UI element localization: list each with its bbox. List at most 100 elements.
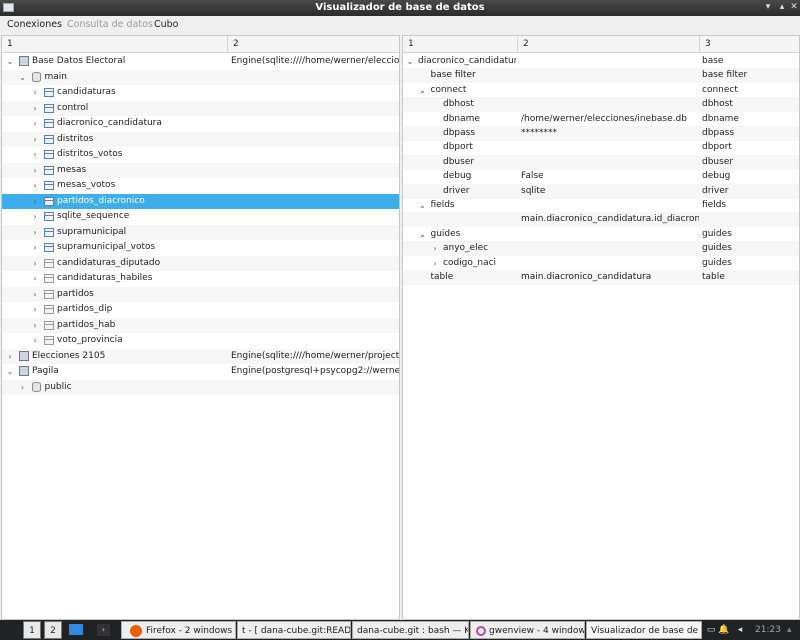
detail-row-guides[interactable]: ⌄ guides guides <box>403 227 799 242</box>
tree-row-base-datos-electoral[interactable]: ⌄ Base Datos Electoral Engine(sqlite:////h… <box>2 54 399 69</box>
tree-row-candidaturas-diputado[interactable]: › candidaturas_diputado <box>2 255 399 271</box>
minimize-button[interactable]: ▾ <box>763 2 773 13</box>
view-icon <box>44 320 54 330</box>
tree-row-voto-provincia[interactable]: › voto_provincia <box>2 333 399 348</box>
detail-row-base-filter[interactable]: base filter base filter <box>403 68 799 84</box>
expand-arrow-icon[interactable]: › <box>431 241 439 256</box>
tree-row-partidos-hab[interactable]: › partidos_hab <box>2 317 399 333</box>
expand-arrow-icon[interactable]: › <box>31 194 39 209</box>
column-header-2[interactable]: 2 <box>518 36 700 53</box>
menu-cubo[interactable]: Cubo <box>154 19 179 30</box>
tree-row-control[interactable]: › control <box>2 100 399 116</box>
expand-arrow-icon[interactable]: › <box>431 256 439 271</box>
tree-row-elecciones-2105[interactable]: › Elecciones 2105 Engine(sqlite:////home/w… <box>2 348 399 364</box>
tree-row-candidaturas-habiles[interactable]: › candidaturas_habiles <box>2 271 399 286</box>
task-gwenview[interactable]: gwenview - 4 windows <box>470 621 585 639</box>
expand-arrow-icon[interactable]: › <box>31 209 39 224</box>
expand-arrow-icon[interactable]: › <box>31 302 39 317</box>
detail-row-anyo-elec[interactable]: › anyo_elec guides <box>403 241 799 257</box>
tree-row-supramunicipal-votos[interactable]: › supramunicipal_votos <box>2 240 399 255</box>
collapse-arrow-icon[interactable]: ⌄ <box>19 70 27 85</box>
tree-row-candidaturas[interactable]: › candidaturas <box>2 85 399 100</box>
detail-row-dbname[interactable]: dbname/home/werner/elecciones/inebase.db… <box>403 112 799 127</box>
expand-arrow-icon[interactable]: › <box>31 147 39 162</box>
expand-arrow-icon[interactable]: › <box>31 318 39 333</box>
detail-row-debug[interactable]: debug False debug <box>403 169 799 184</box>
tree-row-partidos[interactable]: › partidos <box>2 286 399 302</box>
detail-row-dbpass[interactable]: dbpass ******** dbpass <box>403 126 799 141</box>
column-header-2[interactable]: 2 <box>228 36 399 53</box>
terminal-icon[interactable]: › <box>95 621 115 639</box>
tree-row-distritos[interactable]: › distritos <box>2 131 399 147</box>
clipboard-icon[interactable]: ▭ <box>705 621 717 639</box>
collapse-arrow-icon[interactable]: ⌄ <box>406 54 414 69</box>
tree-row-mesas[interactable]: › mesas <box>2 162 399 178</box>
collapse-arrow-icon[interactable]: ⌄ <box>6 54 14 69</box>
task-konsole[interactable]: dana-cube.git : bash — Kon <box>352 621 469 639</box>
detail-key: dbhost <box>443 99 474 110</box>
maximize-button[interactable]: ▴ <box>777 2 787 13</box>
collapse-arrow-icon[interactable]: ⌄ <box>419 83 427 98</box>
expand-arrow-icon[interactable]: › <box>31 333 39 348</box>
column-header-1[interactable]: 1 <box>2 36 228 53</box>
detail-key: fields <box>430 200 455 210</box>
detail-kind: guides <box>702 257 732 268</box>
expand-arrow-icon[interactable]: › <box>31 101 39 116</box>
detail-row-diacronico-candidatura[interactable]: ⌄ diacronico_candidatura base <box>403 54 799 69</box>
expand-arrow-icon[interactable]: › <box>31 132 39 147</box>
clock[interactable]: 21:23 <box>755 621 785 639</box>
expand-arrow-icon[interactable]: › <box>31 163 39 178</box>
tree-row-partidos-diacronico[interactable]: › partidos_diacronico <box>2 193 399 209</box>
detail-row-codigo-naci[interactable]: › codigo_naci guides <box>403 256 799 271</box>
expand-arrow-icon[interactable]: › <box>31 256 39 271</box>
desktop-2-button[interactable]: 2 <box>44 621 62 639</box>
detail-tree[interactable]: 1 2 3 ⌄ diacronico_candidatura base base fi… <box>402 35 800 620</box>
task-firefox[interactable]: Firefox - 2 windows <box>121 621 236 639</box>
detail-key: dbpass <box>443 128 476 138</box>
expand-arrow-icon[interactable]: › <box>31 116 39 131</box>
volume-icon[interactable]: ◂ <box>734 621 746 639</box>
task-visualizador[interactable]: Visualizador de base de da <box>586 621 702 639</box>
tree-row-pagila[interactable]: ⌄ Pagila Engine(postgresql+psycopg2://wern… <box>2 364 399 379</box>
detail-row-dbport[interactable]: dbport dbport <box>403 140 799 155</box>
connection-tree[interactable]: 1 2 ⌄ Base Datos Electoral Engine(sqlite:/… <box>1 35 400 620</box>
task-editor[interactable]: t - [ dana-cube.git:README. <box>237 621 351 639</box>
detail-row-connect[interactable]: ⌄ connect connect <box>403 83 799 98</box>
panel-menu-icon[interactable]: ▴ <box>787 621 799 639</box>
detail-value <box>521 54 699 69</box>
tree-row-main[interactable]: ⌄ main <box>2 69 399 85</box>
tree-item-label: candidaturas <box>57 87 116 97</box>
tree-row-distritos-votos[interactable]: › distritos_votos <box>2 147 399 162</box>
expand-arrow-icon[interactable]: › <box>31 271 39 286</box>
collapse-arrow-icon[interactable]: ⌄ <box>6 364 14 379</box>
column-header-3[interactable]: 3 <box>700 36 799 53</box>
expand-arrow-icon[interactable]: › <box>31 225 39 240</box>
notification-icon[interactable]: 🔔 <box>718 621 730 639</box>
file-manager-icon[interactable] <box>67 621 87 639</box>
expand-arrow-icon[interactable]: › <box>31 85 39 100</box>
expand-arrow-icon[interactable]: › <box>31 240 39 255</box>
tree-row-sqlite-sequence[interactable]: › sqlite_sequence <box>2 209 399 224</box>
detail-row-dbuser[interactable]: dbuser dbuser <box>403 154 799 170</box>
expand-arrow-icon[interactable]: › <box>31 287 39 302</box>
detail-row-driver[interactable]: driver sqlite driver <box>403 183 799 199</box>
tree-row-diacronico-candidatura[interactable]: › diacronico_candidatura <box>2 116 399 131</box>
collapse-arrow-icon[interactable]: ⌄ <box>419 227 427 242</box>
expand-arrow-icon[interactable]: › <box>6 349 14 364</box>
expand-arrow-icon[interactable]: › <box>19 380 27 395</box>
column-header-1[interactable]: 1 <box>403 36 518 53</box>
tree-row-supramunicipal[interactable]: › supramunicipal <box>2 224 399 240</box>
close-button[interactable]: ✕ <box>789 2 799 13</box>
menu-conexiones[interactable]: Conexiones <box>7 19 62 30</box>
detail-row-dbhost[interactable]: dbhost dbhost <box>403 97 799 113</box>
desktop-1-button[interactable]: 1 <box>23 621 41 639</box>
expand-arrow-icon[interactable]: › <box>31 178 39 193</box>
detail-row-main-diacronico-candidatura-id-diacronico[interactable]: main.diacronico_candidatura.id_diacronic… <box>403 212 799 228</box>
detail-row-fields[interactable]: ⌄ fields fields <box>403 198 799 213</box>
collapse-arrow-icon[interactable]: ⌄ <box>419 198 427 213</box>
tree-row-partidos-dip[interactable]: › partidos_dip <box>2 302 399 317</box>
tree-row-mesas-votos[interactable]: › mesas_votos <box>2 178 399 193</box>
tree-row-public[interactable]: › public <box>2 379 399 395</box>
view-icon <box>44 274 54 283</box>
detail-row-table[interactable]: table main.diacronico_candidatura table <box>403 270 799 285</box>
